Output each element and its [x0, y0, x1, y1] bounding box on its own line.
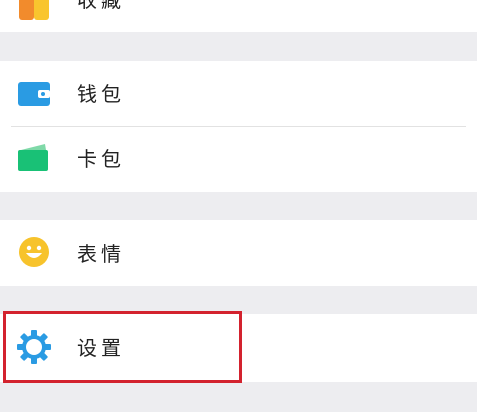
menu-item-favorites-label: 收藏 [77, 0, 125, 12]
menu-item-card-wallet-label: 卡包 [77, 147, 125, 171]
menu-item-emoji[interactable]: 表情 [0, 220, 477, 285]
menu-group-wallet: 钱包 卡包 [0, 61, 477, 192]
me-tab-menu-screen: 收藏 钱包 卡包 表情 设置 [0, 0, 477, 412]
emoji-smile-icon [19, 237, 49, 267]
menu-item-card-wallet[interactable]: 卡包 [0, 127, 477, 192]
card-wallet-icon [18, 144, 48, 171]
menu-item-settings[interactable]: 设置 [0, 314, 477, 379]
menu-item-favorites[interactable]: 收藏 [0, 0, 477, 37]
menu-group-emoji: 表情 [0, 220, 477, 286]
favorites-icon [19, 0, 49, 20]
wallet-icon [18, 82, 50, 106]
menu-item-settings-label: 设置 [77, 336, 125, 360]
menu-item-wallet-label: 钱包 [77, 82, 125, 106]
menu-item-emoji-label: 表情 [77, 242, 125, 266]
settings-gear-icon [17, 330, 51, 364]
menu-group-favorites: 收藏 [0, 0, 477, 32]
menu-item-wallet[interactable]: 钱包 [0, 61, 477, 126]
menu-group-settings: 设置 [0, 314, 477, 382]
